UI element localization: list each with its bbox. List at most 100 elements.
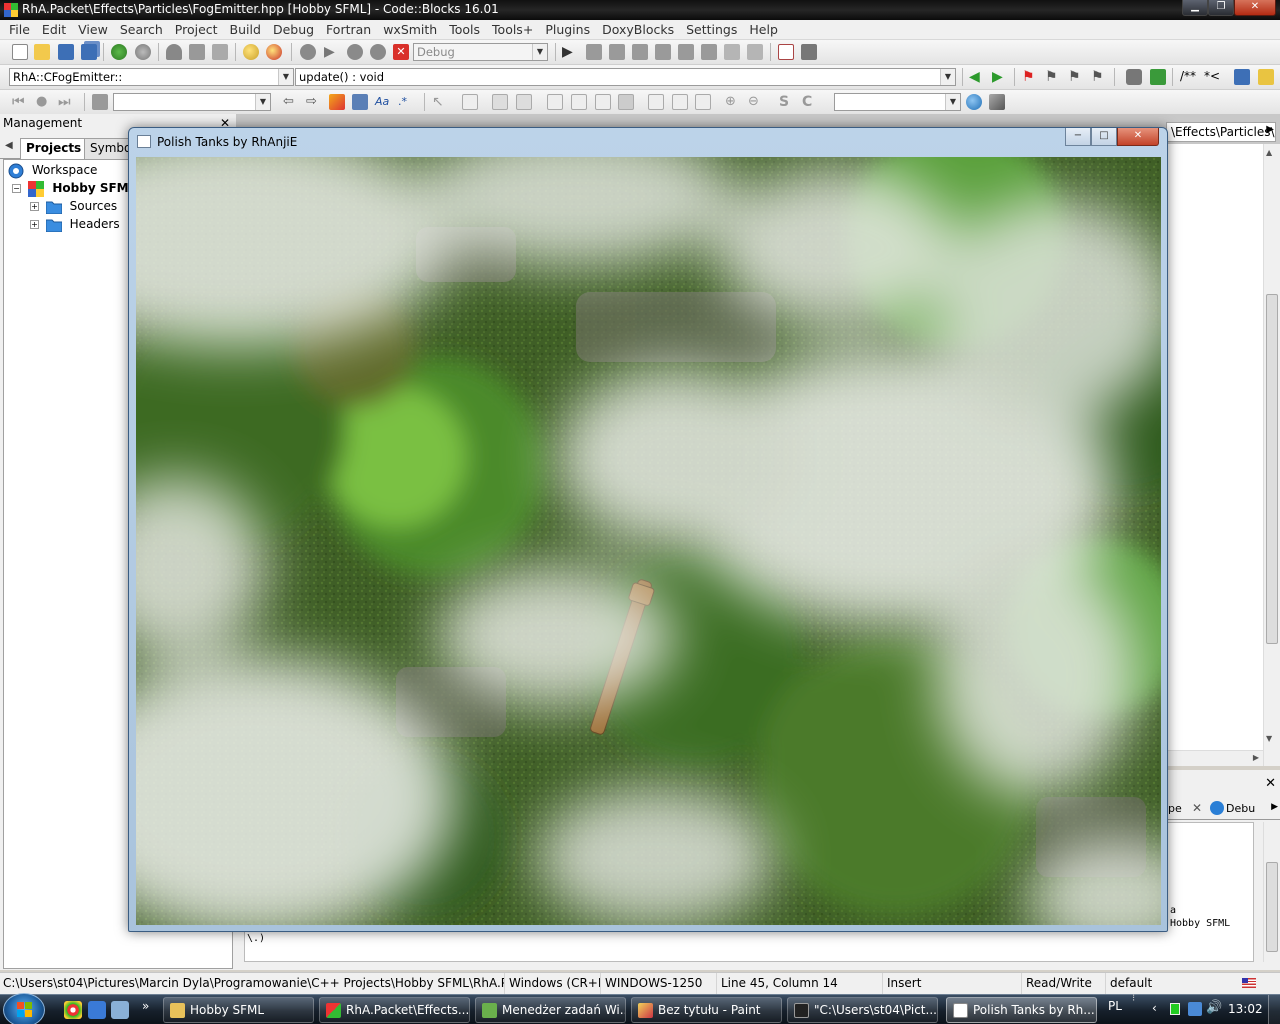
language-indicator[interactable]: PL	[1108, 999, 1122, 1013]
close-button[interactable]: ✕	[1117, 128, 1159, 146]
debug-info-icon[interactable]	[801, 44, 817, 60]
menu-edit[interactable]: Edit	[36, 22, 72, 37]
tabs-scroll-left-icon[interactable]: ◀	[5, 140, 13, 151]
menu-project[interactable]: Project	[169, 22, 224, 37]
menu-view[interactable]: View	[72, 22, 114, 37]
log-tab-debugger[interactable]: Debu	[1226, 802, 1255, 815]
next-line-icon[interactable]	[609, 44, 625, 60]
match-case-icon[interactable]: Aa	[375, 94, 391, 110]
quicklaunch-overflow-icon[interactable]: »	[142, 999, 149, 1013]
search-next-icon[interactable]: ⇨	[306, 94, 322, 110]
thread-search-icon[interactable]	[966, 94, 982, 110]
volume-icon[interactable]: 🔊	[1206, 1000, 1222, 1015]
code-editor[interactable]: ▲ ▼ ▶	[1160, 144, 1280, 766]
image-widget-icon[interactable]	[492, 94, 508, 110]
logs-close-button[interactable]: ✕	[1265, 776, 1276, 791]
minimize-button[interactable]: −	[1065, 128, 1091, 146]
scroll-up-icon[interactable]: ▲	[1266, 148, 1272, 157]
tree-folder-headers[interactable]: + Headers	[30, 215, 120, 233]
scrollbar-thumb[interactable]	[1266, 862, 1278, 952]
menu-wxsmith[interactable]: wxSmith	[377, 22, 443, 37]
taskbar-item-active[interactable]: Polish Tanks by Rh...	[946, 997, 1097, 1023]
switch-windows-icon[interactable]	[111, 1001, 129, 1019]
doxy-extract-icon[interactable]	[1150, 69, 1166, 85]
expand-icon[interactable]: +	[30, 202, 39, 211]
location-dot-icon[interactable]: ●	[36, 94, 52, 110]
taskbar-item[interactable]: "C:\Users\st04\Pict...	[787, 997, 938, 1023]
pause-icon[interactable]	[724, 44, 740, 60]
run-icon[interactable]: ▶	[324, 44, 340, 60]
scroll-right-icon[interactable]: ▶	[1253, 753, 1259, 762]
debug-windows-icon[interactable]	[778, 44, 794, 60]
button-widget-icon[interactable]	[547, 94, 563, 110]
step-out-icon[interactable]	[655, 44, 671, 60]
tabs-scroll-right-icon[interactable]: ▶	[1266, 124, 1274, 135]
tree-workspace[interactable]: Workspace	[8, 161, 97, 179]
clock[interactable]: 13:02	[1228, 1002, 1263, 1016]
undo-icon[interactable]	[111, 44, 127, 60]
menu-tools[interactable]: Tools	[443, 22, 486, 37]
align-center-icon[interactable]	[672, 94, 688, 110]
battery-icon[interactable]	[1170, 1003, 1180, 1015]
static-box-icon[interactable]	[462, 94, 478, 110]
taskbar-item[interactable]: Bez tytułu - Paint	[631, 997, 782, 1023]
select-pointer-icon[interactable]: ↖	[432, 94, 448, 110]
network-icon[interactable]	[1188, 1002, 1202, 1016]
find-icon[interactable]	[243, 44, 259, 60]
new-file-icon[interactable]	[12, 44, 28, 60]
next-bookmark-icon[interactable]: ⚑	[1068, 69, 1084, 85]
menu-file[interactable]: File	[3, 22, 36, 37]
tab-projects[interactable]: Projects	[20, 138, 88, 160]
save-icon[interactable]	[58, 44, 74, 60]
zoom-out-icon[interactable]: ⊖	[748, 94, 764, 110]
copy-icon[interactable]	[189, 44, 205, 60]
symbol-s-icon[interactable]: S	[779, 94, 795, 110]
highlight-icon[interactable]	[329, 94, 345, 110]
editor-vertical-scrollbar[interactable]: ▲ ▼	[1263, 144, 1280, 766]
search-prev-icon[interactable]: ⇦	[283, 94, 299, 110]
doxy-html-icon[interactable]	[1234, 69, 1250, 85]
log-scrollbar[interactable]	[1263, 822, 1280, 962]
panel-widget-icon[interactable]	[595, 94, 611, 110]
game-canvas[interactable]	[136, 157, 1161, 925]
debug-start-icon[interactable]: ▶	[562, 44, 578, 60]
textctrl-widget-icon[interactable]	[571, 94, 587, 110]
paste-icon[interactable]	[212, 44, 228, 60]
replace-icon[interactable]	[266, 44, 282, 60]
scroll-down-icon[interactable]: ▼	[1266, 734, 1272, 743]
thread-search-options-icon[interactable]	[989, 94, 1005, 110]
taskbar-item[interactable]: RhA.Packet\Effects...	[319, 997, 470, 1023]
menu-search[interactable]: Search	[114, 22, 169, 37]
window-titlebar[interactable]: RhA.Packet\Effects\Particles\FogEmitter.…	[0, 0, 1280, 20]
incremental-search-input[interactable]: ▼	[113, 93, 271, 111]
editor-horizontal-scrollbar[interactable]: ▶	[1160, 750, 1263, 766]
build-target-select[interactable]: Debug ▼	[413, 43, 548, 61]
taskbar-item[interactable]: Hobby SFML	[163, 997, 314, 1023]
tray-expand-icon[interactable]: ‹	[1152, 1001, 1157, 1015]
run-to-cursor-icon[interactable]	[586, 44, 602, 60]
chrome-icon[interactable]	[64, 1001, 82, 1019]
log-tab-partial[interactable]: pe	[1168, 802, 1182, 815]
zoom-in-icon[interactable]: ⊕	[725, 94, 741, 110]
collapse-icon[interactable]: −	[12, 184, 21, 193]
minimize-button[interactable]: ▁	[1182, 0, 1208, 16]
start-button[interactable]	[3, 993, 45, 1024]
menu-settings[interactable]: Settings	[680, 22, 743, 37]
build-gear-icon[interactable]	[300, 44, 316, 60]
menu-help[interactable]: Help	[743, 22, 784, 37]
tree-project[interactable]: − Hobby SFML	[12, 179, 136, 197]
symbol-c-icon[interactable]: C	[802, 94, 818, 110]
editor-tab-active[interactable]: \Effects\Particles\P	[1166, 122, 1276, 142]
next-instruction-icon[interactable]	[678, 44, 694, 60]
log-tab-close-icon[interactable]: ✕	[1192, 801, 1202, 815]
next-location-icon[interactable]: ⏭	[58, 94, 74, 110]
tabs-scroll-right-icon[interactable]: ▶	[1271, 802, 1278, 812]
stop-debug-icon[interactable]	[747, 44, 763, 60]
language-options-icon[interactable]: ⁝	[1132, 993, 1135, 1004]
jump-back-icon[interactable]: ◀	[969, 69, 985, 85]
menu-debug[interactable]: Debug	[267, 22, 320, 37]
close-button[interactable]: ✕	[1234, 0, 1276, 16]
scrollbar-thumb[interactable]	[1266, 294, 1278, 644]
doxy-block-comment-button[interactable]: /**	[1180, 69, 1196, 83]
redo-icon[interactable]	[135, 44, 151, 60]
